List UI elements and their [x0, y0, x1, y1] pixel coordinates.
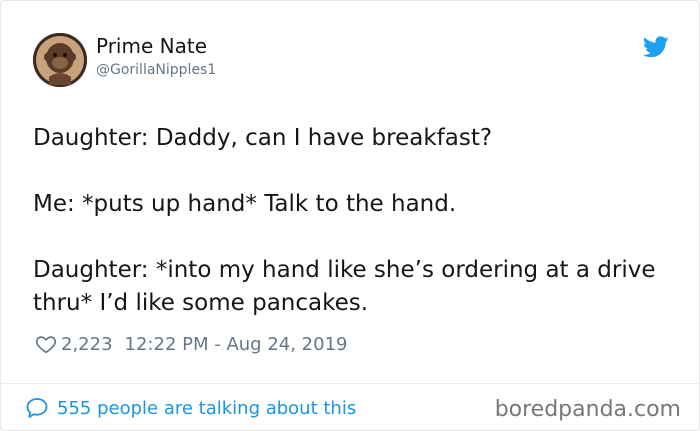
talking-link[interactable]: 555 people are talking about this: [25, 395, 356, 421]
like-count[interactable]: 2,223: [61, 334, 113, 355]
avatar[interactable]: [33, 33, 87, 87]
twitter-bird-icon[interactable]: [643, 36, 669, 58]
tweet-line: Me: *puts up hand* Talk to the hand.: [33, 191, 457, 217]
tweet-text: Daughter: Daddy, can I have breakfast? M…: [33, 122, 673, 320]
gorilla-avatar-icon: [33, 33, 87, 87]
tweet-card: Prime Nate @GorillaNipples1 Daughter: Da…: [0, 0, 700, 431]
timestamp[interactable]: 12:22 PM - Aug 24, 2019: [125, 334, 348, 355]
tweet-line: Daughter: Daddy, can I have breakfast?: [33, 125, 493, 151]
tweet-meta: 2,223 12:22 PM - Aug 24, 2019: [35, 332, 347, 356]
talking-label: 555 people are talking about this: [57, 397, 357, 419]
divider: [1, 383, 700, 384]
heart-icon[interactable]: [35, 333, 57, 355]
display-name[interactable]: Prime Nate: [96, 34, 207, 58]
speech-bubble-icon: [26, 398, 48, 418]
watermark: boredpanda.com: [494, 397, 681, 422]
tweet-line: Daughter: *into my hand like she’s order…: [33, 257, 656, 316]
user-handle[interactable]: @GorillaNipples1: [96, 61, 216, 79]
